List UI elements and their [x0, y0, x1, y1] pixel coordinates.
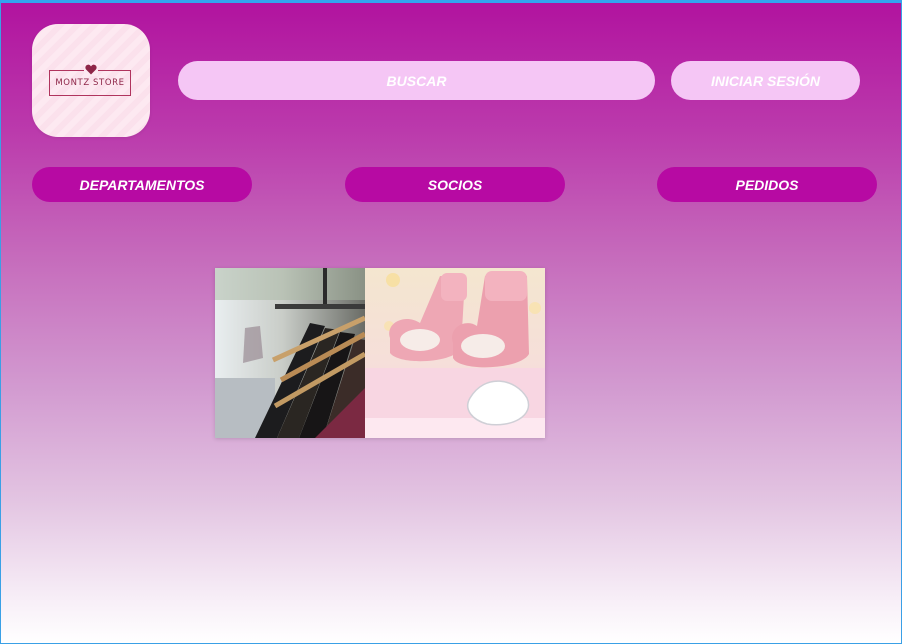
baby-booties-photo [365, 268, 545, 438]
featured-banner[interactable] [215, 268, 545, 438]
nav-socios-button[interactable]: SOCIOS [345, 167, 565, 202]
clothing-rack-photo [215, 268, 367, 438]
heart-icon [84, 62, 98, 76]
nav-departamentos-button[interactable]: DEPARTAMENTOS [32, 167, 252, 202]
login-button[interactable]: INICIAR SESIÓN [671, 61, 860, 100]
nav-pedidos-button[interactable]: PEDIDOS [657, 167, 877, 202]
store-logo[interactable]: MONTZ STORE [32, 24, 150, 137]
logo-text: MONTZ STORE [55, 78, 125, 88]
page-background: MONTZ STORE INICIAR SESIÓN DEPARTAMENTOS… [0, 0, 902, 644]
search-input[interactable] [178, 61, 655, 100]
